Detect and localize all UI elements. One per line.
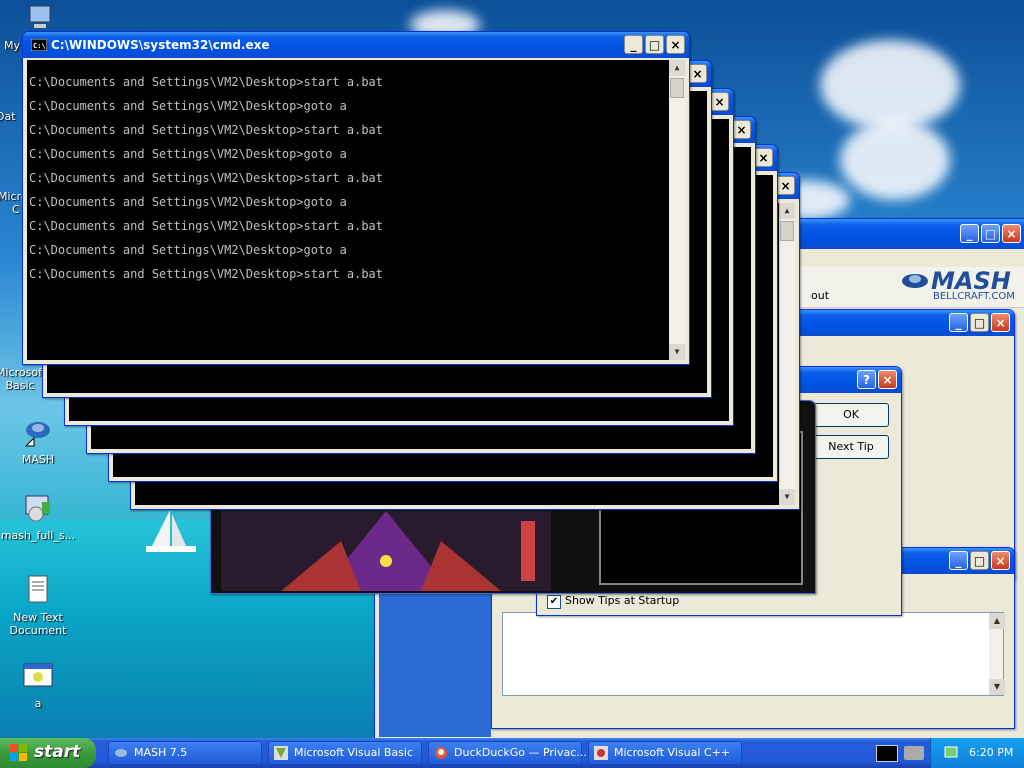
close-button[interactable]: × xyxy=(991,313,1010,332)
task-duckduckgo[interactable]: DuckDuckGo — Privac... xyxy=(428,741,587,765)
mash-icon xyxy=(115,749,127,757)
visual-basic-icon xyxy=(274,746,288,760)
desktop-icon-new-text-document[interactable]: New Text Document xyxy=(0,574,76,637)
keyboard-tray-icon[interactable] xyxy=(904,746,924,760)
batch-file-icon xyxy=(23,663,53,687)
desktop-icon-label: Microsoft xyxy=(0,366,47,379)
minimize-button[interactable]: _ xyxy=(960,224,979,243)
taskbar: start MASH 7.5 Microsoft Visual Basic Du… xyxy=(0,738,1024,768)
console-line: C:\Documents and Settings\VM2\Desktop>go… xyxy=(29,243,347,257)
close-button[interactable]: × xyxy=(1002,224,1021,243)
svg-text:C:\: C:\ xyxy=(33,42,46,50)
console-output: C:\Documents and Settings\VM2\Desktop>st… xyxy=(29,70,383,286)
minimize-button[interactable]: _ xyxy=(949,313,968,332)
desktop-icon-label: a xyxy=(34,697,42,710)
task-label: MASH 7.5 xyxy=(134,746,188,759)
pinball-table-image xyxy=(221,501,551,591)
close-button[interactable]: × xyxy=(710,92,729,111)
desktop-icon-a-bat[interactable]: a xyxy=(0,660,76,710)
desktop-icon-label: New Text xyxy=(13,611,63,624)
console-tray-icon[interactable] xyxy=(876,745,898,762)
minimize-button[interactable]: _ xyxy=(949,551,968,570)
desktop-icon-label: Document xyxy=(9,624,67,637)
console-line: C:\Documents and Settings\VM2\Desktop>go… xyxy=(29,99,347,113)
desktop-icon-mash-full[interactable]: mash_full_s... xyxy=(0,492,76,542)
close-button[interactable]: × xyxy=(666,35,685,54)
cmd-window[interactable]: C:\ C:\WINDOWS\system32\cmd.exe _ □ × C:… xyxy=(22,31,690,365)
maximize-button[interactable]: □ xyxy=(970,551,989,570)
console-line: C:\Documents and Settings\VM2\Desktop>st… xyxy=(29,171,384,185)
task-label: DuckDuckGo — Privac... xyxy=(454,746,587,759)
close-button[interactable]: × xyxy=(754,148,773,167)
mash-icon xyxy=(24,422,50,447)
ok-button[interactable]: OK xyxy=(813,403,889,427)
duckduckgo-icon xyxy=(435,747,447,759)
task-label: Microsoft Visual Basic xyxy=(294,746,414,759)
task-label: Microsoft Visual C++ xyxy=(614,746,731,759)
console-line: C:\Documents and Settings\VM2\Desktop>st… xyxy=(29,75,384,89)
console-line: C:\Documents and Settings\VM2\Desktop>st… xyxy=(29,267,384,281)
system-tray: 6:20 PM xyxy=(930,738,1024,768)
mash-logo-icon xyxy=(902,274,928,288)
console-line: C:\Documents and Settings\VM2\Desktop>st… xyxy=(29,123,384,137)
close-button[interactable]: × xyxy=(878,370,897,389)
close-button[interactable]: × xyxy=(776,176,795,195)
installer-icon xyxy=(25,495,50,522)
sailboat-image xyxy=(146,510,196,552)
clock[interactable]: 6:20 PM xyxy=(969,746,1013,759)
desktop-icon-label: MASH xyxy=(21,453,55,466)
show-tips-label: Show Tips at Startup xyxy=(565,594,680,607)
maximize-button[interactable]: □ xyxy=(645,35,664,54)
computer-icon xyxy=(29,5,51,28)
cmd-title: C:\WINDOWS\system32\cmd.exe xyxy=(51,38,270,52)
task-visual-cpp[interactable]: Microsoft Visual C++ xyxy=(588,741,742,765)
cmd-titlebar[interactable]: C:\ C:\WINDOWS\system32\cmd.exe _ □ × xyxy=(23,32,689,58)
cmd-icon: C:\ xyxy=(31,39,47,51)
toolbar-button-label[interactable]: out xyxy=(811,289,829,302)
close-button[interactable]: × xyxy=(732,120,751,139)
text-area[interactable]: ▲ ▼ xyxy=(502,612,1005,696)
close-button[interactable]: × xyxy=(688,64,707,83)
visual-cpp-icon xyxy=(594,746,608,760)
close-button[interactable]: × xyxy=(991,551,1010,570)
cmd-console[interactable]: C:\Documents and Settings\VM2\Desktop>st… xyxy=(27,60,685,360)
console-line: C:\Documents and Settings\VM2\Desktop>go… xyxy=(29,195,347,209)
desktop-icon-label: mash_full_s... xyxy=(0,529,76,542)
mash-site-text: BELLCRAFT.COM xyxy=(933,291,1015,302)
task-mash[interactable]: MASH 7.5 xyxy=(108,741,262,765)
network-icon[interactable] xyxy=(943,745,959,761)
text-file-icon xyxy=(28,575,48,603)
show-tips-checkbox[interactable]: ✔ xyxy=(547,595,561,609)
minimize-button[interactable]: _ xyxy=(624,35,643,54)
next-tip-button[interactable]: Next Tip xyxy=(813,435,889,459)
maximize-button[interactable]: □ xyxy=(970,313,989,332)
desktop-icon-microsoft-basic[interactable]: Microsoft Basic xyxy=(0,366,47,392)
desktop-icon-label: Basic xyxy=(5,379,35,392)
maximize-button[interactable]: □ xyxy=(981,224,1000,243)
console-line: C:\Documents and Settings\VM2\Desktop>st… xyxy=(29,219,384,233)
start-button[interactable]: start xyxy=(0,738,96,768)
task-visual-basic[interactable]: Microsoft Visual Basic xyxy=(268,741,422,765)
start-label: start xyxy=(34,742,81,762)
help-button[interactable]: ? xyxy=(857,370,876,389)
windows-logo-icon xyxy=(10,744,27,761)
console-line: C:\Documents and Settings\VM2\Desktop>go… xyxy=(29,147,347,161)
